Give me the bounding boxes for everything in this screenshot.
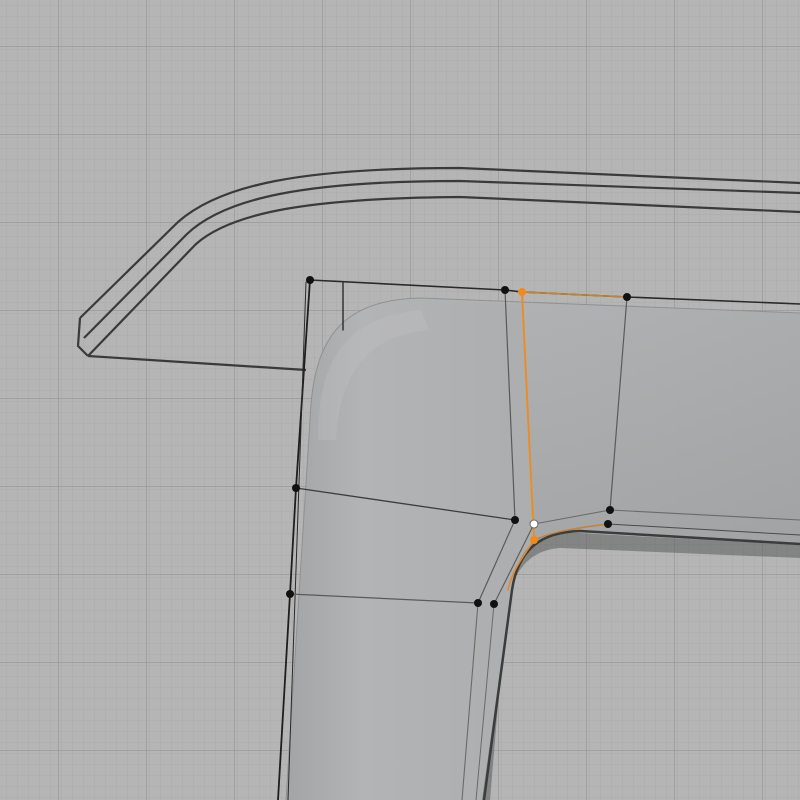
vertex[interactable]: [306, 276, 314, 284]
selected-vertex[interactable]: [530, 536, 538, 544]
vertex[interactable]: [501, 286, 509, 294]
vertex[interactable]: [286, 590, 294, 598]
vertex[interactable]: [474, 599, 482, 607]
vertex[interactable]: [606, 506, 614, 514]
vertex[interactable]: [623, 293, 631, 301]
viewport-canvas[interactable]: [0, 0, 800, 800]
active-vertex[interactable]: [529, 519, 539, 529]
vertex[interactable]: [604, 520, 612, 528]
vertex[interactable]: [292, 484, 300, 492]
vertex[interactable]: [511, 516, 519, 524]
vertex[interactable]: [490, 600, 498, 608]
3d-viewport[interactable]: [0, 0, 800, 800]
selected-vertex[interactable]: [518, 288, 526, 296]
